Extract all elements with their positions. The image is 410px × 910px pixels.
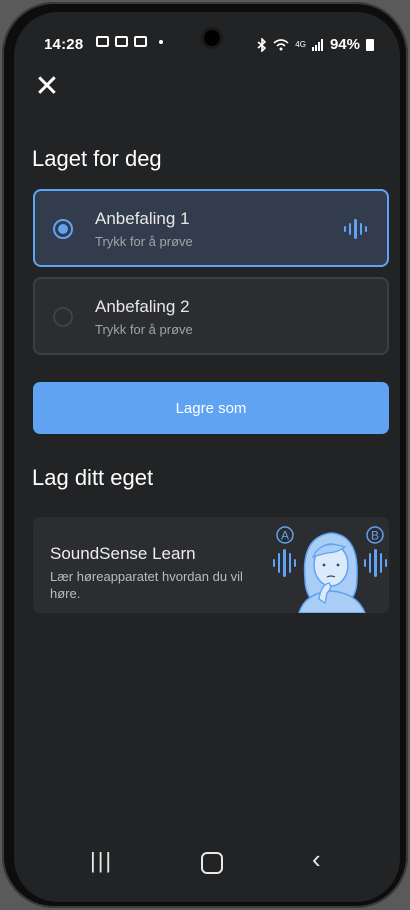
close-icon[interactable]: ✕ <box>34 72 60 102</box>
recommendation-2-card[interactable]: Anbefaling 2 Trykk for å prøve <box>33 277 389 355</box>
save-as-button[interactable]: Lagre som <box>33 382 389 434</box>
label-b: B <box>371 529 379 543</box>
signal-icon <box>311 38 323 51</box>
home-icon[interactable] <box>201 852 223 874</box>
radio-unselected[interactable] <box>53 307 73 327</box>
app-icon <box>115 36 128 47</box>
wifi-icon <box>273 38 289 50</box>
app-screen: 14:28 4G 94% ✕ Laget for deg Anbefaling … <box>14 12 400 902</box>
recommendation-title: Anbefaling 2 <box>95 297 190 316</box>
radio-selected[interactable] <box>53 219 73 239</box>
status-time: 14:28 <box>44 36 84 53</box>
back-icon[interactable]: ‹ <box>312 844 321 875</box>
learn-title: SoundSense Learn <box>50 544 196 563</box>
recent-apps-icon[interactable]: ||| <box>90 848 113 874</box>
front-camera <box>204 30 220 46</box>
status-bar: 14:28 4G 94% <box>14 12 400 76</box>
notification-icons <box>96 36 163 47</box>
gallery-icon <box>96 36 109 47</box>
battery-percent: 94% <box>329 36 360 53</box>
learn-description: Lær høreapparatet hvordan du vil høre. <box>50 569 243 601</box>
bluetooth-icon <box>257 37 267 52</box>
more-notifications-icon <box>159 39 163 44</box>
battery-icon <box>366 38 374 51</box>
recommendation-1-card[interactable]: Anbefaling 1 Trykk for å prøve <box>33 189 389 267</box>
sound-wave-icon <box>344 219 367 239</box>
message-icon <box>134 36 147 47</box>
soundsense-learn-card[interactable]: SoundSense Learn Lær høreapparatet hvord… <box>33 517 389 613</box>
recommendation-title: Anbefaling 1 <box>95 209 190 228</box>
label-a: A <box>281 529 289 543</box>
section-title-create-own: Lag ditt eget <box>32 465 154 490</box>
recommendation-subtitle: Trykk for å prøve <box>95 234 193 249</box>
system-icons: 4G 94% <box>257 36 374 53</box>
listening-person-illustration: A B <box>273 526 387 613</box>
phone-frame: 14:28 4G 94% ✕ Laget for deg Anbefaling … <box>2 2 408 908</box>
system-navigation-bar: ||| ‹ <box>14 828 400 902</box>
recommendation-subtitle: Trykk for å prøve <box>95 322 193 337</box>
section-title-made-for-you: Laget for deg <box>32 146 162 171</box>
network-type: 4G <box>295 40 306 49</box>
